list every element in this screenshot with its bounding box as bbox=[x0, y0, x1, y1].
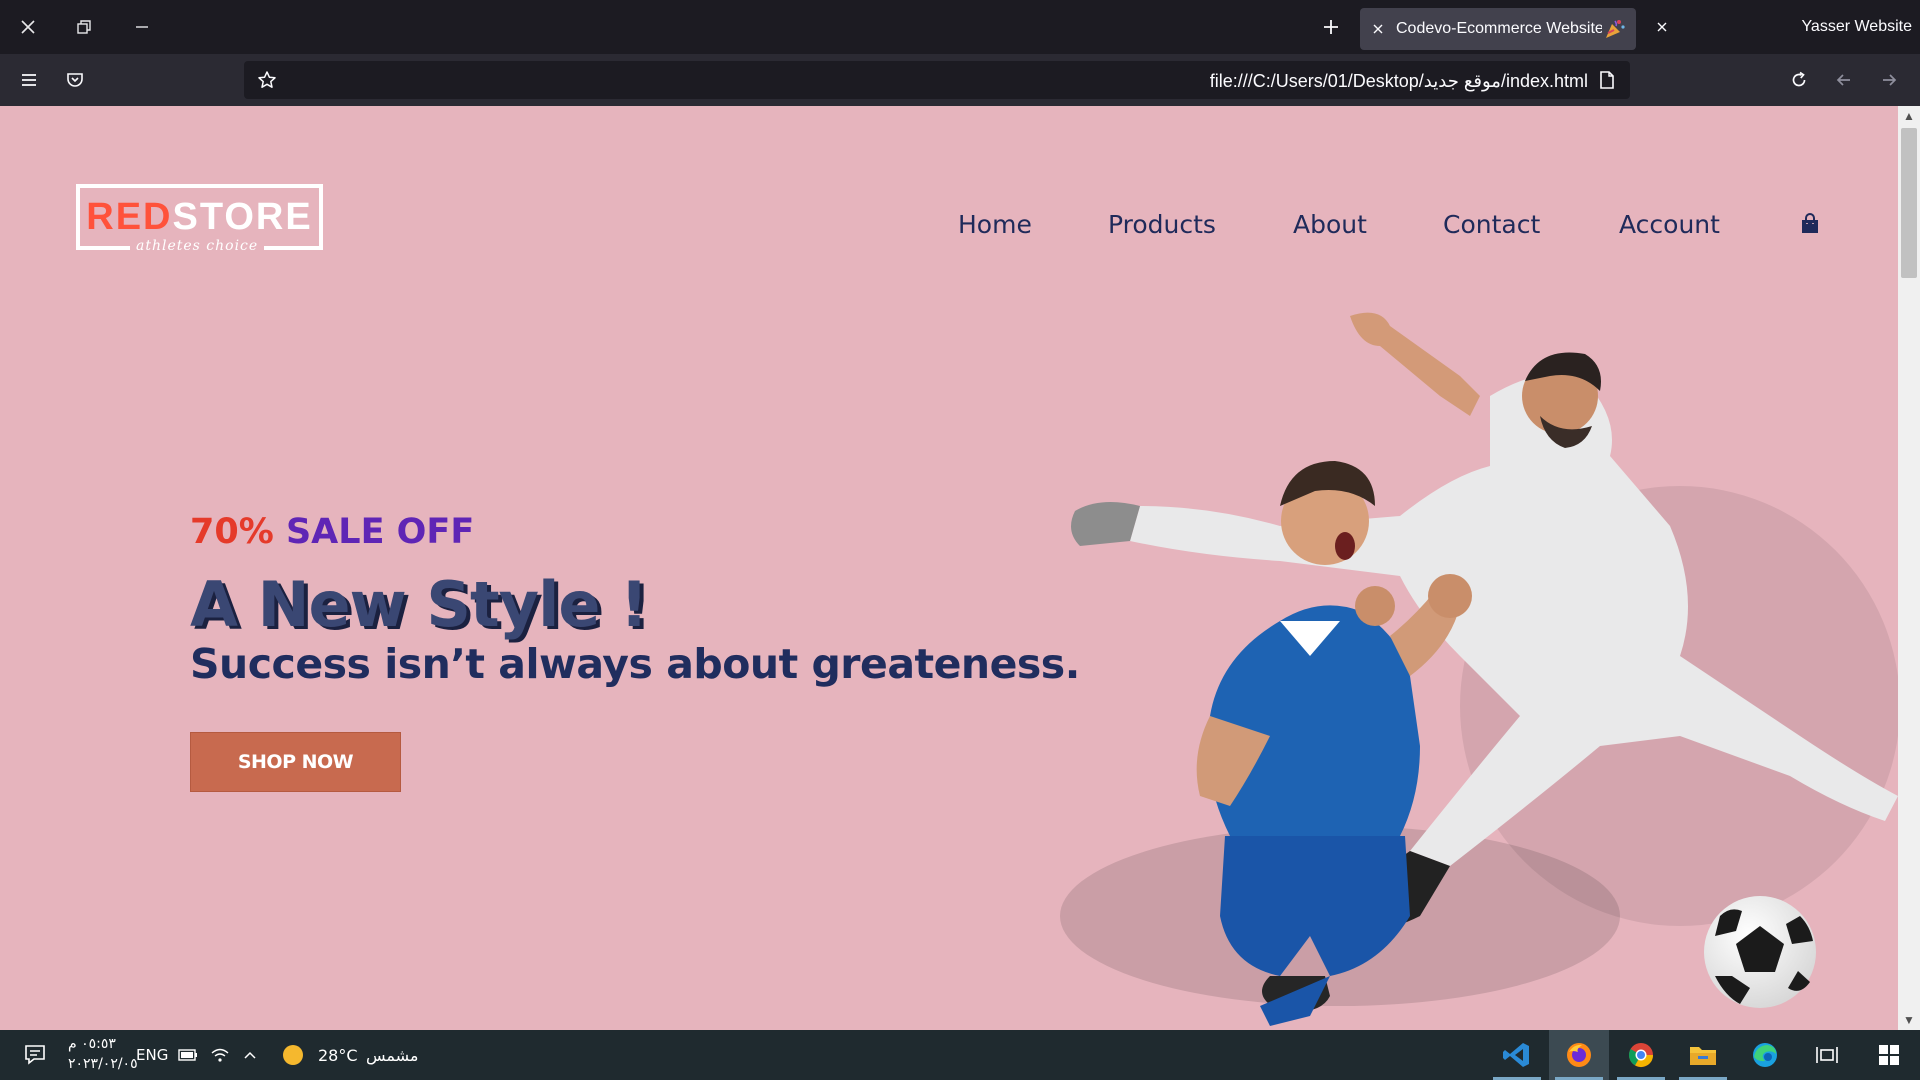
new-tab-button[interactable] bbox=[1313, 10, 1349, 44]
battery-icon[interactable] bbox=[173, 1030, 203, 1080]
address-bar[interactable]: file:///C:/Users/01/Desktop/موقع جديد/in… bbox=[244, 61, 1630, 99]
soccer-players-image bbox=[1060, 312, 1898, 1026]
page-info-icon[interactable] bbox=[1592, 65, 1622, 95]
clock-time[interactable]: ٠٥:٥٣ م bbox=[68, 1036, 116, 1052]
vscode-app-icon[interactable] bbox=[1487, 1030, 1547, 1080]
task-view-icon[interactable] bbox=[1797, 1030, 1857, 1080]
sale-tagline: 70% SALE OFF bbox=[190, 512, 475, 552]
weather-condition[interactable]: مشمس bbox=[366, 1046, 419, 1065]
back-arrow-icon[interactable] bbox=[1825, 61, 1863, 99]
tab-inactive-title[interactable]: Yasser Website bbox=[1690, 18, 1912, 36]
browser-titlebar: Codevo-Ecommerce Website Yasser Website bbox=[0, 0, 1920, 54]
tab-title: Codevo-Ecommerce Website bbox=[1396, 20, 1602, 37]
site-nav: Home Products About Contact Account bbox=[0, 204, 1898, 244]
shopping-bag-icon[interactable] bbox=[1798, 212, 1824, 238]
forward-arrow-icon[interactable] bbox=[1870, 61, 1908, 99]
edge-app-icon[interactable] bbox=[1735, 1030, 1795, 1080]
tab-close-icon[interactable] bbox=[1360, 8, 1396, 50]
weather-temperature[interactable]: 28°C bbox=[318, 1046, 358, 1065]
language-indicator[interactable]: ENG bbox=[136, 1046, 168, 1064]
restore-window-icon[interactable] bbox=[66, 10, 102, 44]
file-explorer-app-icon[interactable] bbox=[1673, 1030, 1733, 1080]
firefox-app-icon[interactable] bbox=[1549, 1030, 1609, 1080]
wifi-icon[interactable] bbox=[205, 1030, 235, 1080]
clock-date[interactable]: ٢٠٢٣/٠٢/٠٥ bbox=[68, 1056, 138, 1072]
web-page: REDSTORE athletes choice Home Products A… bbox=[0, 106, 1898, 1030]
nav-contact-link[interactable]: Contact bbox=[1443, 210, 1540, 239]
reload-icon[interactable] bbox=[1780, 61, 1818, 99]
nav-products-link[interactable]: Products bbox=[1108, 210, 1216, 239]
nav-account-link[interactable]: Account bbox=[1619, 210, 1720, 239]
pocket-icon[interactable] bbox=[56, 61, 94, 99]
bookmark-star-icon[interactable] bbox=[252, 65, 282, 95]
sun-weather-icon[interactable] bbox=[278, 1030, 308, 1080]
hero-subline: Success isn’t always about greateness. bbox=[190, 640, 1080, 688]
close-window-icon[interactable] bbox=[10, 10, 46, 44]
notification-center-icon[interactable] bbox=[10, 1030, 60, 1080]
chevron-up-icon[interactable] bbox=[235, 1030, 265, 1080]
taskbar: ٠٥:٥٣ م ٢٠٢٣/٠٢/٠٥ ENG 28°C مشمس bbox=[0, 1030, 1920, 1080]
scroll-down-arrow-icon[interactable]: ▼ bbox=[1898, 1010, 1920, 1030]
minimize-window-icon[interactable] bbox=[124, 10, 160, 44]
hero-headline: A New Style ! bbox=[190, 568, 648, 641]
url-text[interactable]: file:///C:/Users/01/Desktop/موقع جديد/in… bbox=[1210, 71, 1588, 92]
nav-home-link[interactable]: Home bbox=[958, 210, 1032, 239]
shop-now-button[interactable]: SHOP NOW bbox=[190, 732, 401, 792]
scroll-up-arrow-icon[interactable]: ▲ bbox=[1898, 106, 1920, 126]
party-popper-icon bbox=[1602, 16, 1628, 42]
chrome-app-icon[interactable] bbox=[1611, 1030, 1671, 1080]
menu-hamburger-icon[interactable] bbox=[10, 61, 48, 99]
vertical-scrollbar[interactable]: ▲ ▼ bbox=[1898, 106, 1920, 1030]
windows-start-icon[interactable] bbox=[1859, 1030, 1919, 1080]
tab-close-icon[interactable] bbox=[1644, 10, 1680, 44]
nav-about-link[interactable]: About bbox=[1293, 210, 1367, 239]
scrollbar-thumb[interactable] bbox=[1901, 128, 1917, 278]
browser-navbar: file:///C:/Users/01/Desktop/موقع جديد/in… bbox=[0, 54, 1920, 106]
tab-active[interactable]: Codevo-Ecommerce Website bbox=[1360, 8, 1636, 50]
